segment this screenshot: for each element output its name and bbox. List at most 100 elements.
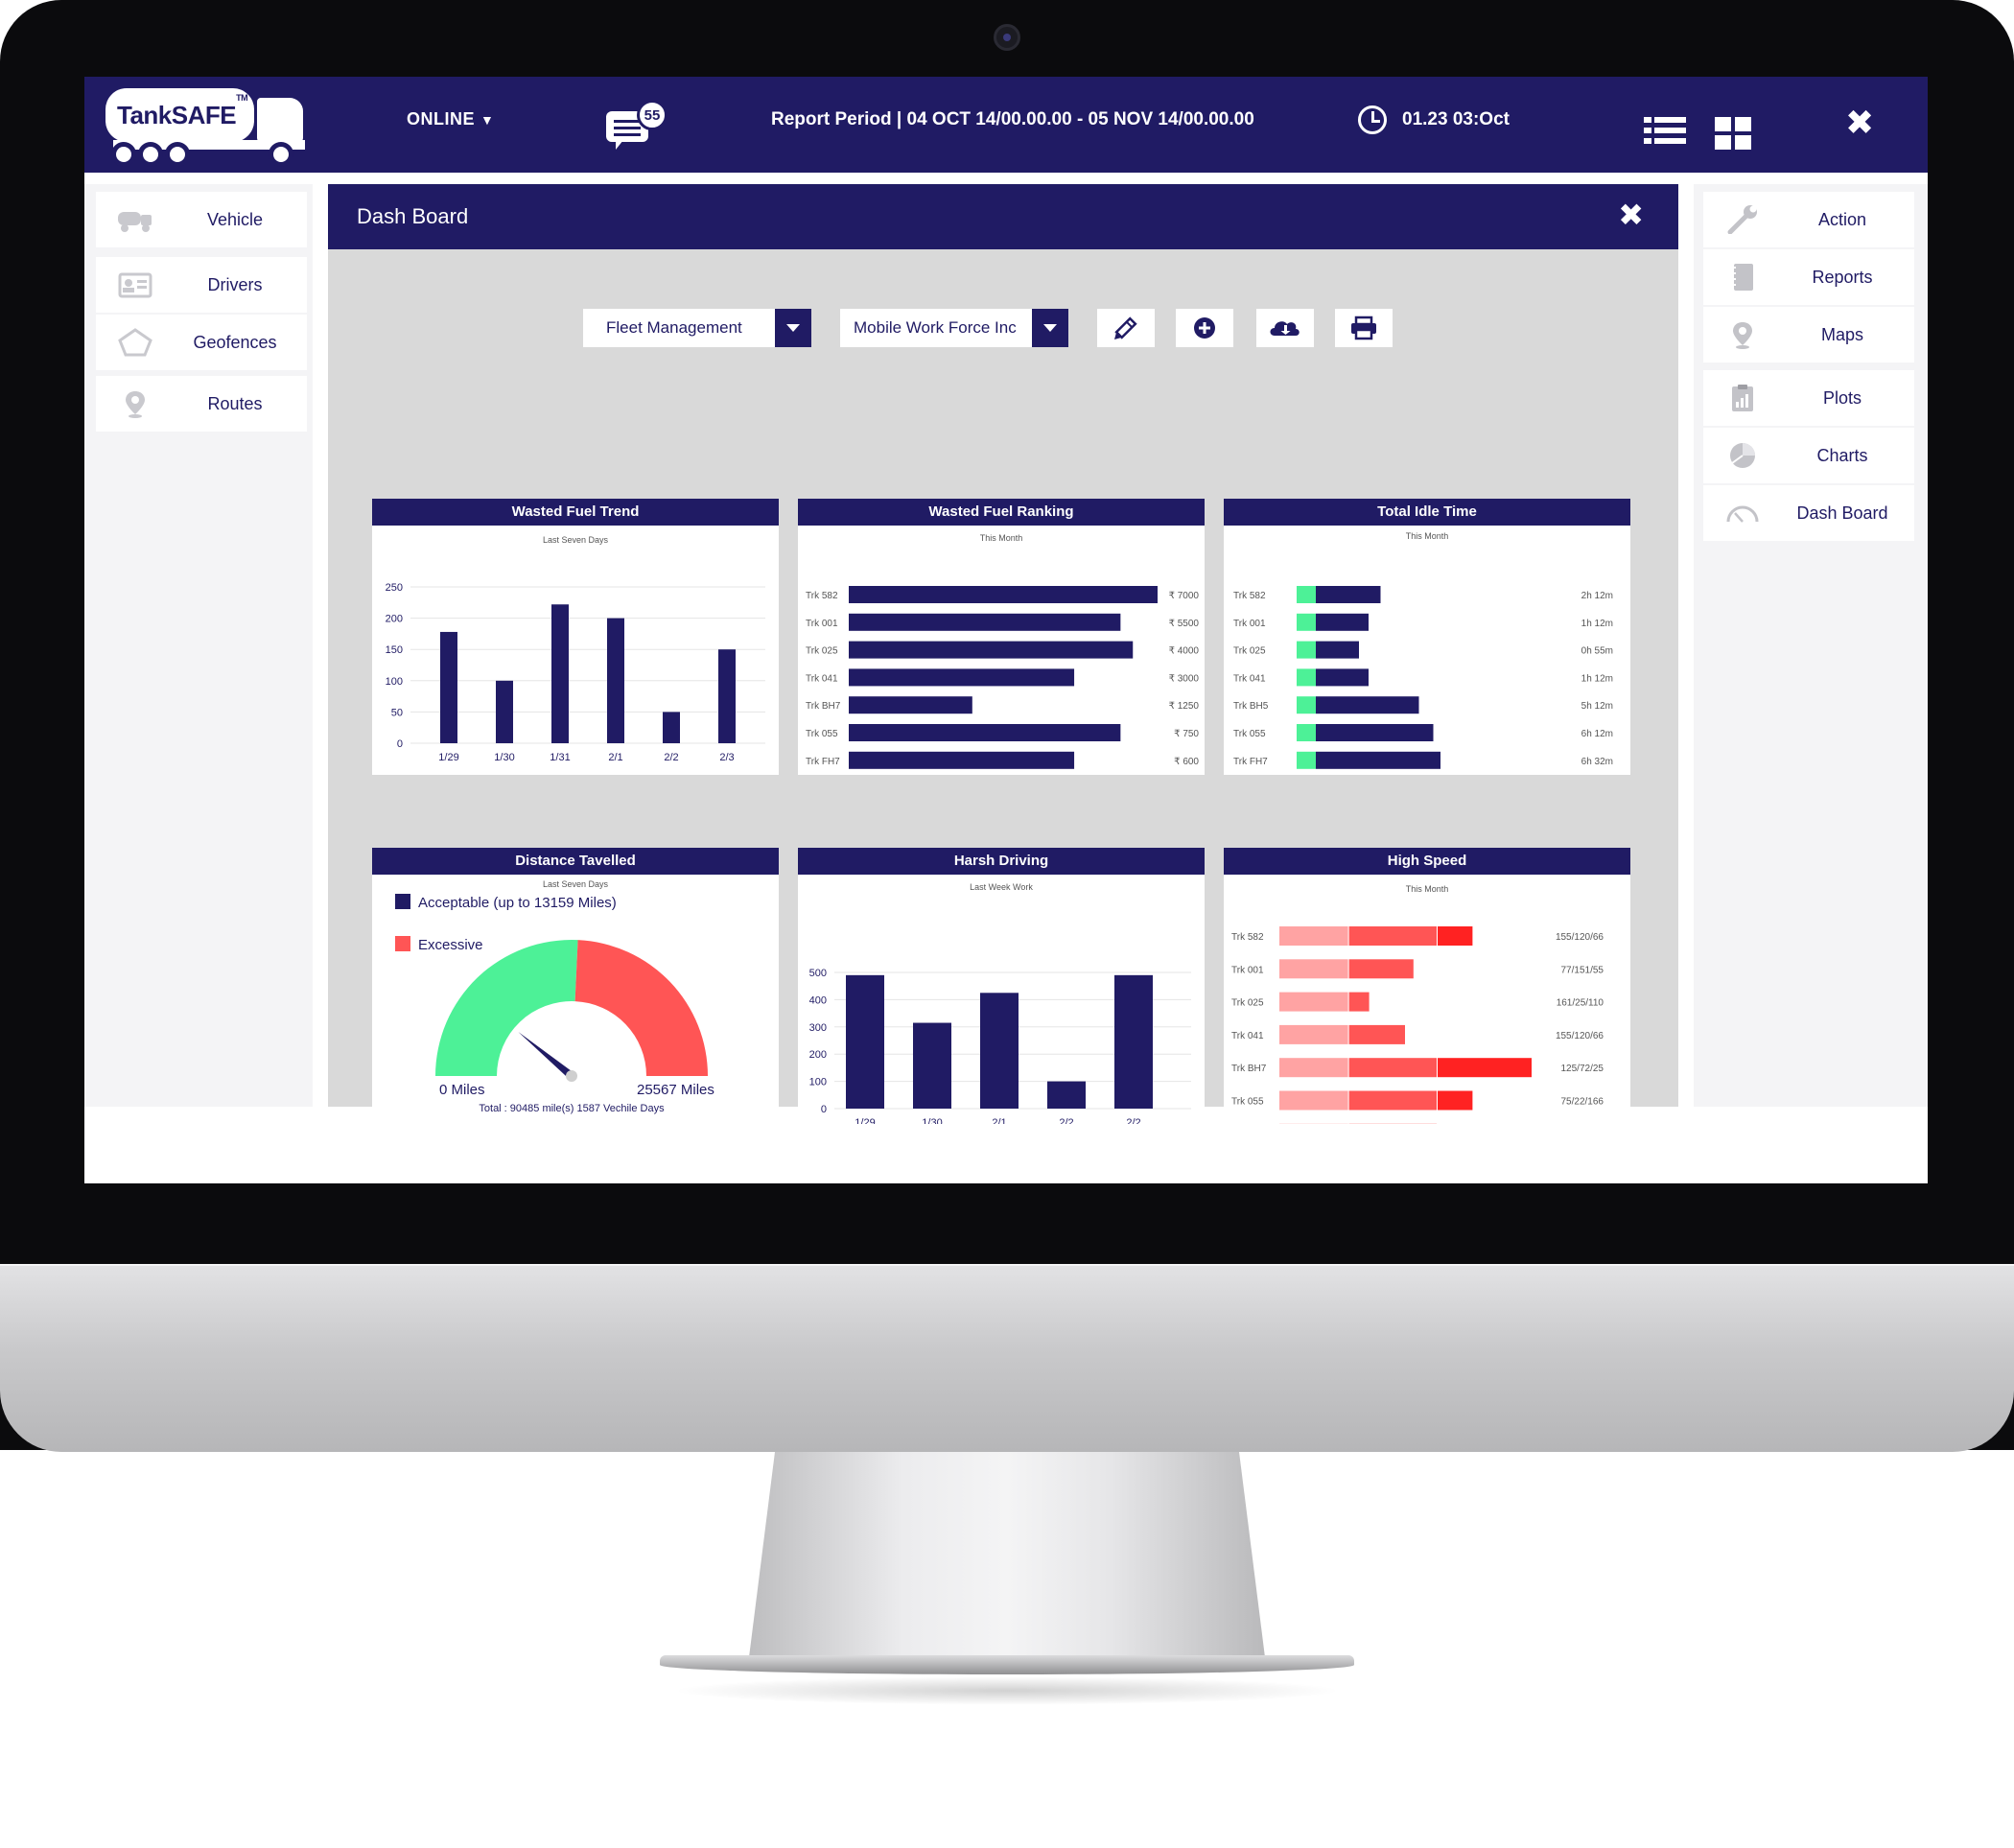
company-select[interactable]: Mobile Work Force Inc	[840, 309, 1068, 347]
tanksafe-logo[interactable]: TankSAFETM	[105, 88, 312, 167]
left-sidebar: Vehicle Drivers Geofences Routes	[84, 184, 313, 1107]
idle-start-segment	[1297, 751, 1316, 769]
value-label: 77/151/55	[1561, 965, 1604, 975]
cloud-download-icon	[1270, 321, 1300, 336]
truck-icon	[118, 212, 152, 232]
logo-wheel	[111, 142, 136, 167]
category-label: Trk 041	[806, 673, 838, 684]
caret-down-icon[interactable]	[1032, 309, 1068, 347]
edit-button[interactable]	[1097, 309, 1155, 347]
harsh-driving-card: Harsh Driving Last Week Work 0 100 200 300 4…	[798, 848, 1205, 1124]
dashboard-title: Dash Board	[357, 204, 469, 228]
sidebar-item-plots[interactable]: Plots	[1703, 370, 1914, 426]
sidebar-item-label: Action	[1817, 209, 1867, 229]
bar	[913, 1022, 951, 1109]
card-title: Wasted Fuel Trend	[372, 499, 779, 526]
download-button[interactable]	[1256, 309, 1314, 347]
sidebar-item-label: Charts	[1816, 445, 1868, 465]
category-label: Trk BH7	[806, 701, 841, 712]
add-button[interactable]	[1176, 309, 1233, 347]
gauge-max-label: 25567 Miles	[637, 1082, 714, 1098]
sidebar-item-action[interactable]: Action	[1703, 192, 1914, 247]
sidebar-item-label: Plots	[1822, 387, 1862, 408]
close-icon[interactable]: ✖	[1845, 105, 1874, 140]
list-view-icon[interactable]	[1644, 117, 1686, 148]
value-label: ₹ 5500	[1169, 619, 1200, 629]
total-idle-time-chart: Trk 582 2h 12m Trk 001 1h 12m Trk 025 0h 55m T…	[1233, 586, 1613, 769]
y-tick-label: 500	[809, 968, 827, 979]
category-label: Trk 025	[1231, 998, 1264, 1009]
card-title: High Speed	[1224, 848, 1630, 875]
sidebar-item-geofences[interactable]: Geofences	[96, 315, 307, 370]
idle-start-segment	[1297, 641, 1316, 659]
value-label: 1h 12m	[1581, 673, 1613, 684]
category-label: Trk FH7	[1233, 757, 1268, 767]
close-icon[interactable]: ✖	[1618, 199, 1644, 230]
pie-chart-icon	[1730, 443, 1755, 468]
bar	[1316, 724, 1434, 741]
mid-speed-segment	[1348, 992, 1370, 1012]
high-speed-segment	[1438, 926, 1473, 946]
bar	[440, 631, 457, 743]
bar	[551, 604, 569, 743]
gauge-needle	[518, 1032, 574, 1080]
monitor-chin	[0, 1264, 2014, 1452]
sidebar-item-routes[interactable]: Routes	[96, 376, 307, 432]
card-title: Wasted Fuel Ranking	[798, 499, 1205, 526]
low-speed-segment	[1279, 1090, 1348, 1111]
value-label: ₹ 750	[1174, 729, 1199, 739]
caret-down-icon: ▼	[480, 112, 495, 128]
sidebar-item-maps[interactable]: Maps	[1703, 307, 1914, 363]
gauge-pivot	[566, 1070, 577, 1082]
logo-cab	[257, 98, 303, 142]
clock-icon	[1358, 105, 1387, 134]
sidebar-item-charts[interactable]: Charts	[1703, 428, 1914, 483]
bar	[663, 712, 680, 743]
low-speed-segment	[1279, 926, 1348, 946]
map-pin-icon	[126, 391, 145, 418]
sidebar-item-dashboard[interactable]: Dash Board	[1703, 485, 1914, 541]
sidebar-item-label: Geofences	[193, 332, 277, 352]
fleet-select[interactable]: Fleet Management	[583, 309, 811, 347]
total-idle-time-card: Total Idle Time This Month Trk 582 2h 12m…	[1224, 499, 1630, 775]
bar	[849, 751, 1075, 769]
printer-icon	[1351, 316, 1376, 340]
bar	[607, 618, 624, 743]
status-dropdown[interactable]: ONLINE ▼	[407, 109, 494, 129]
gauge-min-label: 0 Miles	[439, 1082, 485, 1098]
chat-icon[interactable]: 55	[606, 100, 673, 157]
low-speed-segment	[1279, 1058, 1348, 1078]
excessive-arc	[574, 940, 708, 1076]
dashboard-panel: Dash Board ✖ Fleet Management Mobile Wor…	[328, 184, 1678, 1124]
grid-view-icon[interactable]	[1715, 117, 1751, 150]
category-label: Trk 582	[1231, 932, 1264, 943]
y-tick-label: 50	[391, 707, 403, 718]
sidebar-item-drivers[interactable]: Drivers	[96, 257, 307, 313]
id-card-icon	[118, 272, 152, 298]
value-label: 161/25/110	[1557, 998, 1604, 1009]
category-label: Trk 055	[1233, 729, 1266, 739]
message-count-badge: 55	[637, 100, 667, 130]
y-tick-label: 200	[386, 614, 403, 625]
bar	[1316, 668, 1369, 687]
category-label: Trk 041	[1231, 1031, 1264, 1041]
acceptable-arc	[435, 940, 578, 1076]
bar	[849, 586, 1158, 603]
value-label: ₹ 7000	[1169, 591, 1200, 601]
category-label: Trk 041	[1233, 673, 1266, 684]
sidebar-item-label: Vehicle	[206, 209, 264, 229]
category-label: Trk 001	[1231, 965, 1264, 975]
y-tick-label: 250	[386, 582, 403, 594]
pencil-icon	[1113, 316, 1137, 340]
value-label: 75/22/166	[1561, 1097, 1604, 1108]
print-button[interactable]	[1335, 309, 1393, 347]
notebook-icon	[1732, 264, 1753, 291]
x-tick-label: 2/2	[1059, 1117, 1073, 1124]
value-label: 6h 12m	[1581, 729, 1613, 739]
caret-down-icon[interactable]	[775, 309, 811, 347]
logo-wheel	[138, 142, 163, 167]
company-select-value: Mobile Work Force Inc	[854, 318, 1017, 337]
wasted-fuel-trend-card: Wasted Fuel Trend Last Seven Days 0 50 100…	[372, 499, 779, 775]
sidebar-item-reports[interactable]: Reports	[1703, 249, 1914, 305]
sidebar-item-vehicle[interactable]: Vehicle	[96, 192, 307, 247]
